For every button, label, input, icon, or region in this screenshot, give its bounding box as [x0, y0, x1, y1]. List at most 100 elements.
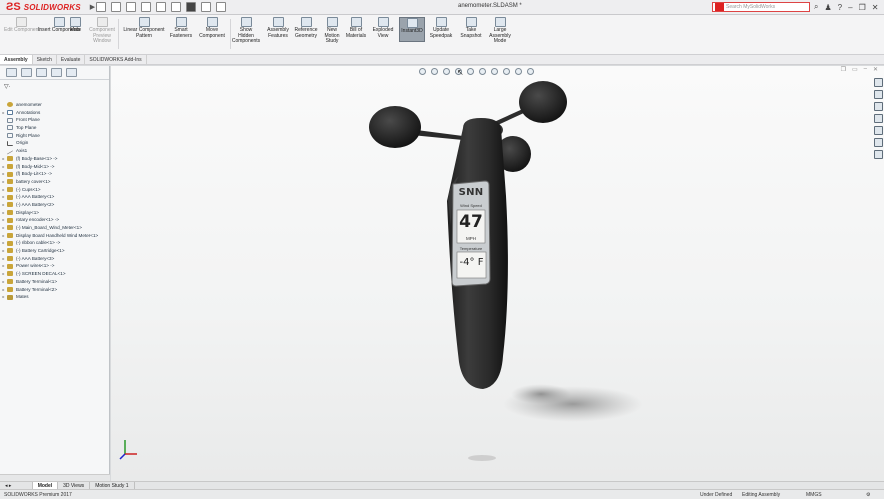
display-manager-tab-icon[interactable] — [66, 68, 77, 77]
undo-icon[interactable] — [171, 2, 181, 12]
help-icon[interactable]: ? — [838, 3, 842, 12]
expand-icon[interactable]: ▸ — [0, 239, 7, 247]
tree-item[interactable]: ▸ (f) Body-Base<1> -> — [0, 155, 110, 163]
linear-pattern-button[interactable]: Linear Component Pattern — [121, 17, 167, 39]
expand-icon[interactable]: ▸ — [0, 186, 7, 194]
update-speedpak-button[interactable]: Update Speedpak — [428, 17, 454, 39]
assembly-features-button[interactable]: Assembly Features — [264, 17, 292, 39]
move-component-button[interactable]: Move Component — [196, 17, 228, 39]
property-manager-tab-icon[interactable] — [21, 68, 32, 77]
tree-root[interactable]: anemometer — [0, 101, 110, 109]
expand-icon[interactable]: ▸ — [0, 163, 7, 171]
edit-component-button[interactable]: Edit Component — [4, 17, 40, 34]
tab-nav-arrows[interactable]: ◂ ▸ — [0, 482, 33, 489]
expand-icon[interactable]: ▸ — [0, 247, 7, 255]
search-box[interactable]: Search MySolidWorks — [712, 2, 810, 12]
expand-icon[interactable]: ▸ — [0, 193, 7, 201]
tab-model[interactable]: Model — [32, 482, 59, 489]
restore-icon[interactable]: ❐ — [859, 3, 866, 12]
select-icon[interactable] — [186, 2, 196, 12]
search-input[interactable]: Search MySolidWorks — [726, 4, 775, 10]
tab-add-ins[interactable]: SOLIDWORKS Add-Ins — [85, 55, 147, 64]
expand-icon[interactable]: ▸ — [0, 224, 7, 232]
tree-item[interactable]: ▸ Power wires<1> -> — [0, 262, 110, 270]
close-icon[interactable]: ✕ — [872, 3, 879, 12]
expand-icon[interactable]: ▸ — [0, 232, 7, 240]
open-icon[interactable] — [126, 2, 136, 12]
take-snapshot-button[interactable]: Take Snapshot — [458, 17, 484, 39]
tree-item[interactable]: ▸ (-) ribbon cable<1> -> — [0, 239, 110, 247]
exploded-view-button[interactable]: Exploded View — [370, 17, 396, 39]
tab-evaluate[interactable]: Evaluate — [57, 55, 86, 64]
search-icon[interactable]: ⌕ — [814, 2, 818, 12]
tree-item[interactable]: ▸ rotary encoder<1> -> — [0, 216, 110, 224]
solidworks-logo[interactable]: ƧS SOLIDWORKS ▶ — [0, 1, 95, 13]
expand-icon[interactable]: ▸ — [0, 201, 7, 209]
custom-properties-icon[interactable] — [873, 138, 883, 147]
tree-item[interactable]: ▸ (f) Body-Lit<1> -> — [0, 170, 110, 178]
view-palette-icon[interactable] — [873, 114, 883, 123]
tree-item[interactable]: ▸ Annotations — [0, 109, 110, 117]
print-icon[interactable] — [156, 2, 166, 12]
filter-icon[interactable]: ▽· — [0, 80, 109, 92]
show-hidden-button[interactable]: Show Hidden Components — [232, 17, 260, 45]
new-motion-study-button[interactable]: New Motion Study — [320, 17, 344, 45]
tab-motion-study[interactable]: Motion Study 1 — [90, 482, 135, 489]
tree-item[interactable]: Axis1 — [0, 147, 110, 155]
tree-item[interactable]: Front Plane — [0, 116, 110, 124]
dimxpert-tab-icon[interactable] — [51, 68, 62, 77]
tree-item[interactable]: Right Plane — [0, 132, 110, 140]
tree-item[interactable]: ▸ battery cover<1> — [0, 178, 110, 186]
resources-icon[interactable] — [873, 78, 883, 87]
expand-icon[interactable]: ▸ — [0, 216, 7, 224]
tree-item[interactable]: ▸ Display<1> — [0, 209, 110, 217]
tree-item[interactable]: Origin — [0, 139, 110, 147]
expand-icon[interactable]: ▸ — [0, 270, 7, 278]
configuration-manager-tab-icon[interactable] — [36, 68, 47, 77]
expand-icon[interactable]: ▸ — [0, 155, 7, 163]
tree-item[interactable]: ▸ (-) Battery Cartridge<1> — [0, 247, 110, 255]
tree-item[interactable]: ▸ Battery Terminal<1> — [0, 278, 110, 286]
feature-manager-tab-icon[interactable] — [6, 68, 17, 77]
tree-item[interactable]: ▸ (-) AAA Battery<1> — [0, 193, 110, 201]
tree-item[interactable]: ▸ (-) SCREEN DECAL<1> — [0, 270, 110, 278]
component-preview-button[interactable]: Component Preview Window — [88, 17, 116, 45]
minimize-icon[interactable]: – — [848, 3, 852, 12]
large-assembly-mode-button[interactable]: Large Assembly Mode — [486, 17, 514, 45]
tree-item[interactable]: ▸ (-) AAA Battery<2> — [0, 201, 110, 209]
expand-icon[interactable]: ▸ — [0, 209, 7, 217]
graphics-area[interactable]: ❐ ▭ – ✕ SNN Wind Speed 47 MPH Temperatur… — [111, 66, 884, 481]
tab-sketch[interactable]: Sketch — [33, 55, 57, 64]
reference-geometry-button[interactable]: Reference Geometry — [292, 17, 320, 39]
home-icon[interactable] — [96, 2, 106, 12]
search-scope-icon[interactable] — [715, 3, 724, 11]
smart-fasteners-button[interactable]: Smart Fasteners — [168, 17, 194, 39]
appearances-icon[interactable] — [873, 126, 883, 135]
mate-button[interactable]: Mate — [70, 17, 81, 34]
expand-icon[interactable]: ▸ — [0, 278, 7, 286]
instant3d-button[interactable]: Instant3D — [399, 17, 425, 42]
tree-item[interactable]: Top Plane — [0, 124, 110, 132]
tree-item[interactable]: ▸ (f) Body-Mid<1> -> — [0, 163, 110, 171]
expand-icon[interactable]: ▸ — [0, 262, 7, 270]
expand-icon[interactable]: ▸ — [0, 109, 7, 117]
rebuild-icon[interactable] — [201, 2, 211, 12]
tab-assembly[interactable]: Assembly — [0, 55, 33, 64]
tree-item[interactable]: ▸ (-) Cups<1> — [0, 186, 110, 194]
status-options-icon[interactable]: ⚙ — [866, 492, 870, 498]
menu-arrow-icon[interactable]: ▶ — [90, 3, 95, 11]
status-units[interactable]: MMGS — [806, 492, 822, 498]
expand-icon[interactable]: ▸ — [0, 255, 7, 263]
expand-icon[interactable]: ▸ — [0, 170, 7, 178]
tree-item[interactable]: ▸ (-) AAA Battery<3> — [0, 255, 110, 263]
bill-of-materials-button[interactable]: Bill of Materials — [344, 17, 368, 39]
expand-icon[interactable]: ▸ — [0, 178, 7, 186]
file-explorer-icon[interactable] — [873, 102, 883, 111]
tree-item[interactable]: ▸ Mates — [0, 293, 110, 301]
solidworks-forum-icon[interactable] — [873, 150, 883, 159]
panel-scrollbar[interactable] — [0, 474, 110, 481]
tree-item[interactable]: ▸ Battery Terminal<2> — [0, 286, 110, 294]
options-icon[interactable] — [216, 2, 226, 12]
anemometer-model[interactable] — [111, 66, 884, 481]
new-document-icon[interactable] — [111, 2, 121, 12]
